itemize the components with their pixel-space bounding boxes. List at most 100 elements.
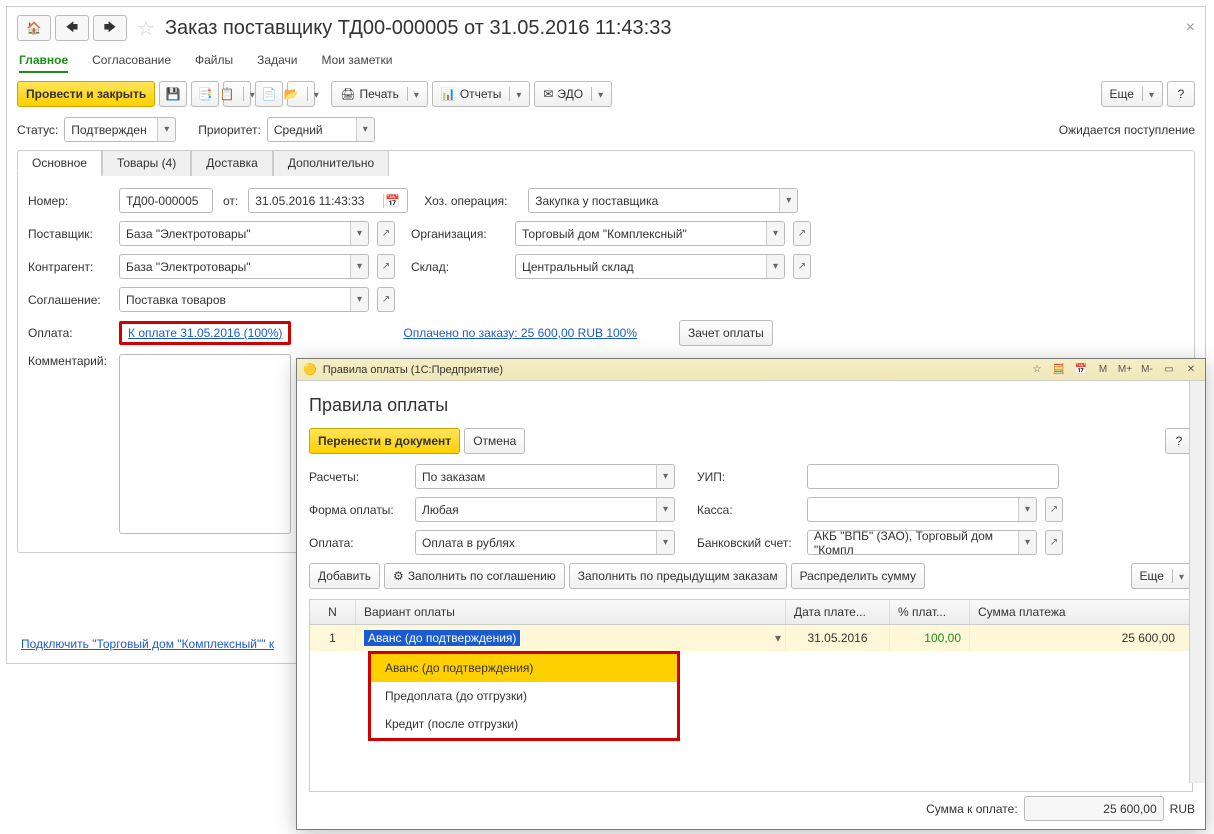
- fill-agreement-button[interactable]: ⚙ Заполнить по соглашению: [384, 563, 565, 589]
- org-open-icon[interactable]: ↗: [793, 221, 811, 246]
- print-button[interactable]: 🖨 Печать: [331, 81, 428, 107]
- forward-button[interactable]: 🡆: [93, 15, 127, 41]
- agreement-more-icon[interactable]: [350, 288, 368, 311]
- status-dropdown-icon[interactable]: [157, 118, 175, 141]
- transfer-button[interactable]: Перенести в документ: [309, 428, 460, 454]
- m-minus-icon[interactable]: M-: [1139, 362, 1155, 378]
- subtab-main[interactable]: Основное: [17, 150, 102, 176]
- subtab-delivery[interactable]: Доставка: [191, 150, 273, 176]
- offset-button[interactable]: Зачет оплаты: [679, 320, 773, 346]
- col-pct[interactable]: % плат...: [890, 600, 970, 624]
- col-sum[interactable]: Сумма платежа: [970, 600, 1192, 624]
- paid-link[interactable]: Оплачено по заказу: 25 600,00 RUB 100%: [403, 326, 637, 340]
- kassa-open-icon[interactable]: ↗: [1045, 497, 1063, 522]
- dropdown-option-avance[interactable]: Аванс (до подтверждения): [371, 654, 677, 682]
- tab-files[interactable]: Файлы: [195, 49, 233, 73]
- supplier-field[interactable]: База "Электротовары": [119, 221, 369, 246]
- contragent-dropdown-icon[interactable]: [350, 255, 368, 278]
- payment-link[interactable]: К оплате 31.05.2016 (100%): [128, 326, 282, 340]
- calc-field[interactable]: По заказам: [415, 464, 675, 489]
- priority-dropdown-icon[interactable]: [356, 118, 374, 141]
- tab-tasks[interactable]: Задачи: [257, 49, 297, 73]
- bank-dropdown-icon[interactable]: [1018, 531, 1036, 554]
- back-button[interactable]: 🡄: [55, 15, 89, 41]
- comment-field[interactable]: [119, 354, 291, 534]
- number-field[interactable]: ТД00-000005: [119, 188, 213, 213]
- warehouse-field[interactable]: Центральный склад: [515, 254, 785, 279]
- calc-dropdown-icon[interactable]: [656, 465, 674, 488]
- close-icon[interactable]: ×: [1186, 19, 1195, 37]
- supplier-dropdown-icon[interactable]: [350, 222, 368, 245]
- modal-close-icon[interactable]: ✕: [1183, 362, 1199, 378]
- create-basis-button[interactable]: 📂: [287, 81, 315, 107]
- cell-variant[interactable]: Аванс (до подтверждения)▾: [356, 625, 786, 651]
- pay-dropdown-icon[interactable]: [656, 531, 674, 554]
- reports-button[interactable]: 📊 Отчеты: [432, 81, 530, 107]
- cancel-button[interactable]: Отмена: [464, 428, 525, 454]
- m-plus-icon[interactable]: M+: [1117, 362, 1133, 378]
- kassa-field[interactable]: [807, 497, 1037, 522]
- tab-notes[interactable]: Мои заметки: [321, 49, 392, 73]
- dropdown-option-prepay[interactable]: Предоплата (до отгрузки): [371, 682, 677, 710]
- bank-label: Банковский счет:: [697, 536, 801, 550]
- home-button[interactable]: 🏠: [17, 15, 51, 41]
- main-toolbar: Провести и закрыть 💾 📑 📋 📄 📂 🖨 Печать 📊 …: [17, 81, 1195, 107]
- payment-highlight: К оплате 31.05.2016 (100%): [119, 321, 291, 345]
- org-field[interactable]: Торговый дом "Комплексный": [515, 221, 785, 246]
- table-row[interactable]: 1 Аванс (до подтверждения)▾ 31.05.2016 1…: [310, 625, 1192, 651]
- basis-button[interactable]: 📋: [223, 81, 251, 107]
- edo-button[interactable]: ✉ ЭДО: [534, 81, 612, 107]
- variant-dropdown-icon[interactable]: ▾: [775, 631, 781, 645]
- form-pay-dropdown-icon[interactable]: [656, 498, 674, 521]
- calendar-icon[interactable]: 📅: [383, 194, 401, 208]
- calendar-icon[interactable]: 📅: [1073, 362, 1089, 378]
- page-title: Заказ поставщику ТД00-000005 от 31.05.20…: [165, 17, 672, 40]
- contragent-field[interactable]: База "Электротовары": [119, 254, 369, 279]
- supplier-label: Поставщик:: [28, 227, 113, 241]
- post-close-button[interactable]: Провести и закрыть: [17, 81, 155, 107]
- contragent-open-icon[interactable]: ↗: [377, 254, 395, 279]
- modal-scrollbar[interactable]: [1189, 381, 1205, 783]
- attach-link[interactable]: Подключить "Торговый дом "Комплексный"" …: [21, 637, 274, 651]
- modal-footer: Сумма к оплате: 25 600,00 RUB: [926, 796, 1195, 821]
- more-button[interactable]: Еще: [1101, 81, 1163, 107]
- warehouse-open-icon[interactable]: ↗: [793, 254, 811, 279]
- hozop-dropdown-icon[interactable]: [779, 189, 797, 212]
- modal-titlebar: 🟡 Правила оплаты (1С:Предприятие) ☆ 🧮 📅 …: [297, 359, 1205, 381]
- help-button[interactable]: ?: [1167, 81, 1195, 107]
- subtab-extra[interactable]: Дополнительно: [273, 150, 389, 176]
- minimize-icon[interactable]: ▭: [1161, 362, 1177, 378]
- dropdown-option-credit[interactable]: Кредит (после отгрузки): [371, 710, 677, 738]
- save-icon[interactable]: 💾: [159, 81, 187, 107]
- bank-field[interactable]: АКБ "ВПБ" (ЗАО), Торговый дом "Компл: [807, 530, 1037, 555]
- subtab-goods[interactable]: Товары (4): [102, 150, 191, 176]
- agreement-field[interactable]: Поставка товаров: [119, 287, 369, 312]
- col-n[interactable]: N: [310, 600, 356, 624]
- uip-field[interactable]: [807, 464, 1059, 489]
- add-button[interactable]: Добавить: [309, 563, 380, 589]
- favorite-icon[interactable]: ☆: [137, 16, 155, 41]
- form-pay-field[interactable]: Любая: [415, 497, 675, 522]
- distribute-button[interactable]: Распределить сумму: [791, 563, 925, 589]
- fav-icon[interactable]: ☆: [1029, 362, 1045, 378]
- org-dropdown-icon[interactable]: [766, 222, 784, 245]
- agreement-open-icon[interactable]: ↗: [377, 287, 395, 312]
- col-date[interactable]: Дата плате...: [786, 600, 890, 624]
- supplier-open-icon[interactable]: ↗: [377, 221, 395, 246]
- post-icon[interactable]: 📑: [191, 81, 219, 107]
- footer-sum[interactable]: 25 600,00: [1024, 796, 1164, 821]
- list-icon[interactable]: 📄: [255, 81, 283, 107]
- modal-more-button[interactable]: Еще: [1131, 563, 1193, 589]
- warehouse-dropdown-icon[interactable]: [766, 255, 784, 278]
- col-variant[interactable]: Вариант оплаты: [356, 600, 786, 624]
- tab-approval[interactable]: Согласование: [92, 49, 171, 73]
- kassa-dropdown-icon[interactable]: [1018, 498, 1036, 521]
- calc-icon[interactable]: 🧮: [1051, 362, 1067, 378]
- m-icon[interactable]: M: [1095, 362, 1111, 378]
- hozop-field[interactable]: Закупка у поставщика: [528, 188, 798, 213]
- date-field[interactable]: 31.05.2016 11:43:33📅: [248, 188, 408, 213]
- pay-field[interactable]: Оплата в рублях: [415, 530, 675, 555]
- tab-main[interactable]: Главное: [19, 49, 68, 73]
- bank-open-icon[interactable]: ↗: [1045, 530, 1063, 555]
- fill-prev-button[interactable]: Заполнить по предыдущим заказам: [569, 563, 787, 589]
